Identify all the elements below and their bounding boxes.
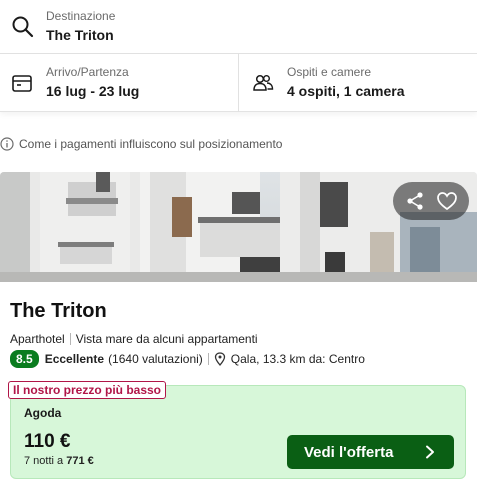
dates-label: Arrivo/Partenza <box>46 65 129 79</box>
rating-row: 8.5 Eccellente (1640 valutazioni) Qala, … <box>10 350 365 368</box>
dates-field[interactable]: Arrivo/Partenza 16 lug - 23 lug <box>0 54 239 112</box>
rating-score-badge: 8.5 <box>10 350 39 368</box>
guests-value: 4 ospiti, 1 camera <box>287 83 405 99</box>
rating-word: Eccellente <box>44 352 105 366</box>
hotel-location: Qala, 13.3 km da: Centro <box>230 352 365 366</box>
view-offer-label: Vedi l'offerta <box>304 443 394 461</box>
location-pin-icon <box>214 352 225 366</box>
review-count[interactable]: (1640 valutazioni) <box>108 352 203 366</box>
nights-prefix: 7 notti a <box>24 455 64 467</box>
hotel-type: Aparthotel <box>10 332 65 346</box>
guests-text: Ospiti e camere 4 ospiti, 1 camera <box>287 65 405 99</box>
offer-price: 110 € <box>24 431 71 452</box>
dates-value: 16 lug - 23 lug <box>46 83 140 99</box>
hotel-meta: Aparthotel Vista mare da alcuni appartam… <box>10 332 258 346</box>
offer-total: 7 notti a 771 € <box>24 455 94 467</box>
calendar-icon <box>12 75 32 92</box>
destination-text: Destinazione The Triton <box>46 9 115 43</box>
dates-guests-row: Arrivo/Partenza 16 lug - 23 lug Ospiti e… <box>0 54 477 112</box>
hotel-photo[interactable] <box>0 172 477 282</box>
offer-provider: Agoda <box>24 406 62 420</box>
guests-field[interactable]: Ospiti e camere 4 ospiti, 1 camera <box>239 54 477 112</box>
total-price: 771 € <box>66 455 94 467</box>
destination-label: Destinazione <box>46 9 116 23</box>
dates-text: Arrivo/Partenza 16 lug - 23 lug <box>46 65 139 99</box>
guests-icon <box>253 74 274 91</box>
heart-icon[interactable] <box>436 190 458 212</box>
search-icon <box>12 16 34 38</box>
hotel-name[interactable]: The Triton <box>10 300 107 323</box>
lowest-price-badge: Il nostro prezzo più basso <box>8 381 167 399</box>
destination-value: The Triton <box>46 27 114 43</box>
hotel-feature: Vista mare da alcuni appartamenti <box>75 332 258 346</box>
chevron-right-icon <box>426 445 434 459</box>
divider <box>207 353 209 365</box>
view-offer-button[interactable]: Vedi l'offerta <box>287 435 454 469</box>
photo-actions <box>393 182 469 220</box>
divider <box>69 333 71 345</box>
info-text: Come i pagamenti influiscono sul posizio… <box>19 137 283 151</box>
offer-card[interactable]: Agoda 110 € 7 notti a 771 € Vedi l'offer… <box>10 385 466 479</box>
payment-ranking-info[interactable]: Come i pagamenti influiscono sul posizio… <box>0 136 282 152</box>
share-icon[interactable] <box>404 190 426 212</box>
info-icon <box>0 137 14 151</box>
search-summary-card: Destinazione The Triton Arrivo/Partenza … <box>0 0 477 112</box>
guests-label: Ospiti e camere <box>287 65 372 79</box>
destination-field[interactable]: Destinazione The Triton <box>0 0 477 54</box>
